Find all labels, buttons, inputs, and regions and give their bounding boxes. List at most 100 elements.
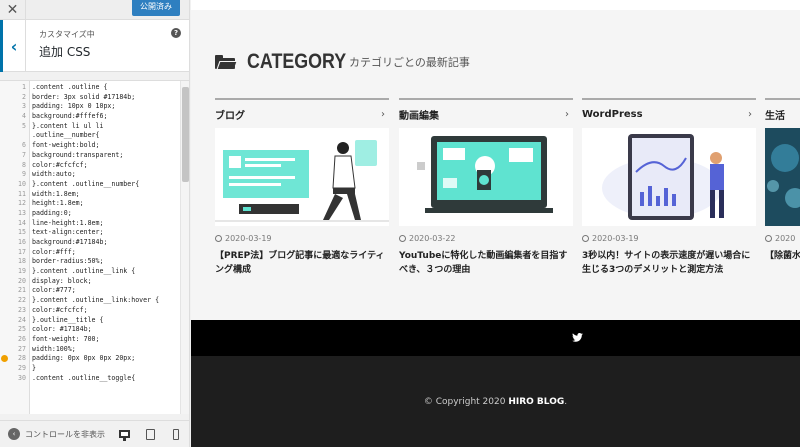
customizer-sidebar: ✕ 公開済み ‹ カスタマイズ中 追加 CSS ? 1 .content .out… <box>0 0 190 447</box>
card-thumbnail[interactable] <box>215 128 389 226</box>
line-code[interactable]: width:auto; <box>32 170 76 180</box>
copyright-brand[interactable]: HIRO BLOG <box>508 397 564 407</box>
line-number: 20 <box>18 276 26 285</box>
code-line[interactable]: .outline__number{ <box>0 131 180 141</box>
germ-photo <box>765 128 800 226</box>
line-code[interactable]: height:1.8em; <box>32 199 84 209</box>
code-line[interactable]: 13 padding:0; <box>0 209 180 219</box>
line-code[interactable]: padding: 0px 0px 0px 20px; <box>32 354 135 364</box>
css-code-editor[interactable]: 1 .content .outline {2 border: 3px solid #… <box>0 80 189 414</box>
code-line[interactable]: 12 height:1.8em; <box>0 199 180 209</box>
line-code[interactable]: }.content .outline__number{ <box>32 180 139 190</box>
article-card[interactable]: 生活 2020 【除菌水】を徹底解 <box>765 98 800 263</box>
code-line[interactable]: 23 color:#cfcfcf; <box>0 306 180 316</box>
card-thumbnail[interactable] <box>399 128 573 226</box>
tablet-preview-icon[interactable] <box>143 427 157 441</box>
line-code[interactable]: border: 3px solid #17184b; <box>32 93 135 103</box>
code-line[interactable]: 26 font-weight: 700; <box>0 335 180 345</box>
line-code[interactable]: background:#17184b; <box>32 238 107 248</box>
code-line[interactable]: 14 line-height:1.8em; <box>0 219 180 229</box>
code-line[interactable]: 1 .content .outline { <box>0 83 180 93</box>
close-icon[interactable]: ✕ <box>0 0 26 20</box>
article-card[interactable]: ブログ › 2020-03-19 【PREP法】ブログ記事に最適なライティング構… <box>215 98 389 277</box>
line-code[interactable]: }.content .outline__link { <box>32 267 135 277</box>
line-code[interactable]: color:#cfcfcf; <box>32 306 88 316</box>
category-subtitle: カテゴリごとの最新記事 <box>349 56 470 69</box>
code-line[interactable]: 6 font-weight:bold; <box>0 141 180 151</box>
code-line[interactable]: 2 border: 3px solid #17184b; <box>0 93 180 103</box>
hide-controls-label: コントロールを非表示 <box>25 429 105 439</box>
hide-controls-button[interactable]: ‹ コントロールを非表示 <box>8 428 105 440</box>
card-title[interactable]: 【PREP法】ブログ記事に最適なライティング構成 <box>215 249 389 277</box>
card-date: 2020-03-19 <box>582 234 756 243</box>
editor-scrollbar[interactable] <box>180 81 189 414</box>
code-line[interactable]: 19}.content .outline__link { <box>0 267 180 277</box>
line-code[interactable]: } <box>32 364 36 374</box>
article-card[interactable]: WordPress › 2020-03-19 3秒以内！サイトの表示速度が遅い場… <box>582 98 756 277</box>
code-line[interactable]: 27 width:100%; <box>0 345 180 355</box>
code-line[interactable]: 20 display: block; <box>0 277 180 287</box>
twitter-icon[interactable] <box>572 333 583 342</box>
code-line[interactable]: 3 padding: 10px 0 10px; <box>0 102 180 112</box>
card-thumbnail[interactable] <box>765 128 800 226</box>
code-line[interactable]: 24}.outline__title { <box>0 316 180 326</box>
code-lines[interactable]: 1 .content .outline {2 border: 3px solid #… <box>0 83 180 383</box>
code-line[interactable]: 8 color:#cfcfcf; <box>0 161 180 171</box>
code-line[interactable]: 18 border-radius:50%; <box>0 257 180 267</box>
line-code[interactable]: color:#cfcfcf; <box>32 161 88 171</box>
code-line[interactable]: 21 color:#777; <box>0 286 180 296</box>
card-title[interactable]: 【除菌水】を徹底解 <box>765 249 800 263</box>
code-line[interactable]: 25 color: #17184b; <box>0 325 180 335</box>
code-line[interactable]: 11 width:1.8em; <box>0 190 180 200</box>
line-code[interactable]: font-weight: 700; <box>32 335 100 345</box>
line-code[interactable]: width:100%; <box>32 345 76 355</box>
line-code[interactable]: .outline__number{ <box>32 131 100 141</box>
line-code[interactable]: width:1.8em; <box>32 190 80 200</box>
scrollbar-thumb[interactable] <box>182 87 189 182</box>
code-line[interactable]: 9 width:auto; <box>0 170 180 180</box>
back-chevron-icon[interactable]: ‹ <box>0 20 26 72</box>
line-code[interactable]: .content .outline__toggle{ <box>32 374 135 384</box>
card-title[interactable]: 3秒以内！サイトの表示速度が遅い場合に生じる3つのデメリットと測定方法 <box>582 249 756 277</box>
desktop-preview-icon[interactable] <box>117 427 131 441</box>
line-code[interactable]: background:transparent; <box>32 151 123 161</box>
code-line[interactable]: 29} <box>0 364 180 374</box>
card-title[interactable]: YouTubeに特化した動画編集者を目指すべき、３つの理由 <box>399 249 573 277</box>
code-line[interactable]: 16 background:#17184b; <box>0 238 180 248</box>
line-code[interactable]: padding:0; <box>32 209 72 219</box>
line-code[interactable]: }.content li ul li <box>32 122 103 132</box>
card-category-row[interactable]: WordPress › <box>582 98 756 128</box>
line-number: 17 <box>18 247 26 256</box>
code-line[interactable]: 5}.content li ul li <box>0 122 180 132</box>
card-category-row[interactable]: 動画編集 › <box>399 98 573 128</box>
code-line[interactable]: 4 background:#fffef6; <box>0 112 180 122</box>
article-card[interactable]: 動画編集 › 2020-03-22 YouTubeに特化した動画編集者を目指すべ… <box>399 98 573 277</box>
line-code[interactable]: line-height:1.8em; <box>32 219 103 229</box>
line-code[interactable]: }.outline__title { <box>32 316 103 326</box>
card-category-row[interactable]: 生活 <box>765 98 800 128</box>
code-line[interactable]: 7 background:transparent; <box>0 151 180 161</box>
publish-button[interactable]: 公開済み <box>132 0 180 16</box>
line-code[interactable]: color: #17184b; <box>32 325 92 335</box>
help-icon[interactable]: ? <box>171 28 181 38</box>
line-code[interactable]: .content .outline { <box>32 83 107 93</box>
code-line[interactable]: 10}.content .outline__number{ <box>0 180 180 190</box>
line-code[interactable]: display: block; <box>32 277 92 287</box>
code-line[interactable]: 22}.content .outline__link:hover { <box>0 296 180 306</box>
line-code[interactable]: text-align:center; <box>32 228 103 238</box>
line-code[interactable]: background:#fffef6; <box>32 112 107 122</box>
line-code[interactable]: padding: 10px 0 10px; <box>32 102 115 112</box>
code-line[interactable]: 17 color:#fff; <box>0 248 180 258</box>
line-code[interactable]: font-weight:bold; <box>32 141 100 151</box>
code-line[interactable]: 15 text-align:center; <box>0 228 180 238</box>
code-line[interactable]: 28 padding: 0px 0px 0px 20px; <box>0 354 180 364</box>
line-code[interactable]: border-radius:50%; <box>32 257 103 267</box>
line-code[interactable]: }.content .outline__link:hover { <box>32 296 159 306</box>
mobile-preview-icon[interactable] <box>169 427 183 441</box>
line-code[interactable]: color:#777; <box>32 286 76 296</box>
line-code[interactable]: color:#fff; <box>32 248 76 258</box>
card-thumbnail[interactable] <box>582 128 756 226</box>
code-line[interactable]: 30 .content .outline__toggle{ <box>0 374 180 384</box>
card-category-row[interactable]: ブログ › <box>215 98 389 128</box>
line-number: 2 <box>22 92 26 101</box>
